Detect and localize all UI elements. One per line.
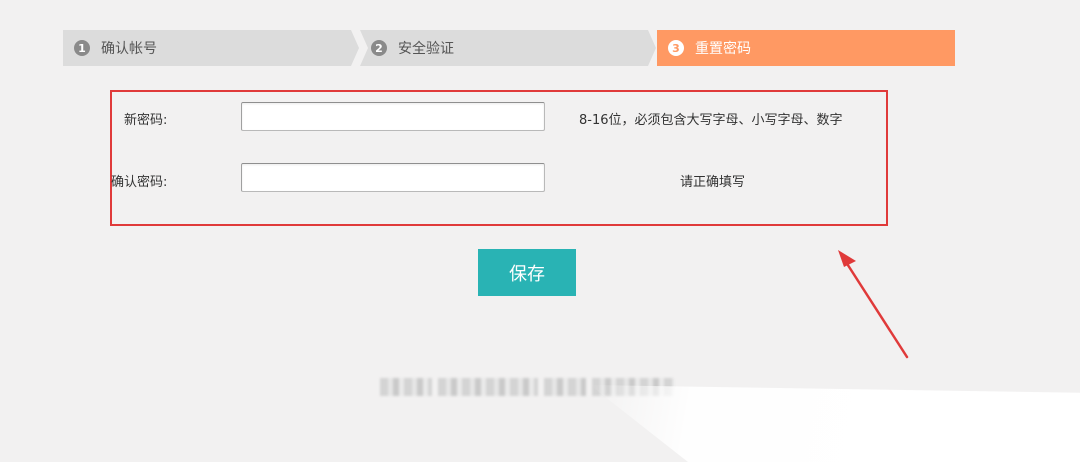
step-security-verification: 2 安全验证 xyxy=(360,30,656,66)
screen-glare xyxy=(590,385,1080,462)
confirm-password-label: 确认密码: xyxy=(111,175,168,190)
step-label: 确认帐号 xyxy=(101,41,157,57)
save-button[interactable]: 保存 xyxy=(478,249,576,296)
new-password-input[interactable] xyxy=(241,102,545,131)
confirm-password-hint: 请正确填写 xyxy=(680,175,746,190)
step-label: 安全验证 xyxy=(398,41,454,57)
step-number-badge: 2 xyxy=(371,40,387,56)
step-number-badge: 1 xyxy=(74,40,90,56)
new-password-label: 新密码: xyxy=(124,113,168,128)
step-number-badge: 3 xyxy=(668,40,684,56)
annotation-arrow-icon xyxy=(838,250,909,359)
step-reset-password: 3 重置密码 xyxy=(657,30,955,66)
confirm-password-input[interactable] xyxy=(241,163,545,192)
step-progress-bar: 1 确认帐号 2 安全验证 3 重置密码 xyxy=(63,30,955,66)
new-password-hint: 8-16位，必须包含大写字母、小写字母、数字 xyxy=(579,113,843,128)
step-label: 重置密码 xyxy=(695,41,751,57)
step-confirm-account: 1 确认帐号 xyxy=(63,30,359,66)
